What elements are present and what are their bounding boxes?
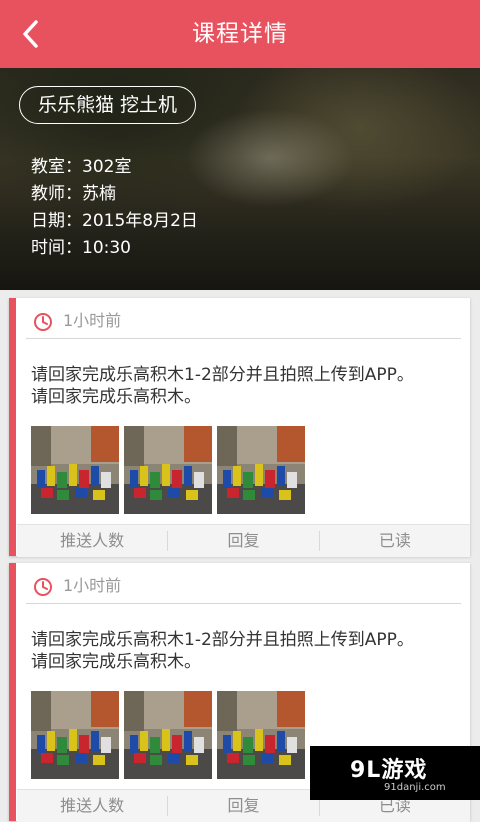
teacher-text: 教师：苏楠 xyxy=(31,184,116,204)
course-info: 教室：302室 教师：苏楠 日期：2015年8月2日 时间：10:30 xyxy=(31,154,198,262)
page-title: 课程详情 xyxy=(192,21,288,47)
post-actions: 推送人数 回复 已读 xyxy=(17,524,470,557)
top-bar: 课程详情 xyxy=(0,0,480,68)
course-tag: 乐乐熊猫 挖土机 xyxy=(19,86,197,124)
photo-thumbnail[interactable] xyxy=(31,426,119,514)
reply-button[interactable]: 回复 xyxy=(168,525,318,557)
clock-icon xyxy=(34,577,52,596)
post-card: 1小时前 请回家完成乐高积木1-2部分并且拍照上传到APP。 请回家完成乐高积木… xyxy=(9,298,471,557)
photo-thumbnail[interactable] xyxy=(31,691,119,779)
post-message-line: 请回家完成乐高积木。 xyxy=(31,652,201,672)
push-count-button[interactable]: 推送人数 xyxy=(17,525,167,557)
post-time: 1小时前 xyxy=(63,311,122,330)
post-time-row: 1小时前 xyxy=(33,571,121,601)
watermark: 9L游戏 91danji.com xyxy=(310,746,480,800)
time-text: 时间：10:30 xyxy=(31,238,131,258)
post-message-line: 请回家完成乐高积木。 xyxy=(31,387,201,407)
card-accent-bar xyxy=(9,563,16,821)
divider xyxy=(26,603,461,604)
classroom-text: 教室：302室 xyxy=(31,157,132,177)
post-message-line: 请回家完成乐高积木1-2部分并且拍照上传到APP。 xyxy=(31,365,414,385)
post-message: 请回家完成乐高积木1-2部分并且拍照上传到APP。 请回家完成乐高积木。 xyxy=(31,629,471,673)
card-accent-bar xyxy=(9,298,16,556)
photo-thumbnail[interactable] xyxy=(124,426,212,514)
post-time-row: 1小时前 xyxy=(33,306,121,336)
reply-button[interactable]: 回复 xyxy=(168,790,318,822)
post-time: 1小时前 xyxy=(63,576,122,595)
course-banner: 乐乐熊猫 挖土机 教室：302室 教师：苏楠 日期：2015年8月2日 时间：1… xyxy=(0,68,480,290)
watermark-url: 91danji.com xyxy=(384,782,446,793)
photo-thumbnail[interactable] xyxy=(124,691,212,779)
photo-thumbnail[interactable] xyxy=(217,426,305,514)
date-text: 日期：2015年8月2日 xyxy=(31,211,198,231)
watermark-logo-text: 9L游戏 xyxy=(350,758,428,783)
read-button[interactable]: 已读 xyxy=(320,525,470,557)
divider xyxy=(26,338,461,339)
push-count-button[interactable]: 推送人数 xyxy=(17,790,167,822)
clock-icon xyxy=(34,312,52,331)
post-message-line: 请回家完成乐高积木1-2部分并且拍照上传到APP。 xyxy=(31,630,414,650)
post-message: 请回家完成乐高积木1-2部分并且拍照上传到APP。 请回家完成乐高积木。 xyxy=(31,364,471,408)
photo-thumbnail[interactable] xyxy=(217,691,305,779)
